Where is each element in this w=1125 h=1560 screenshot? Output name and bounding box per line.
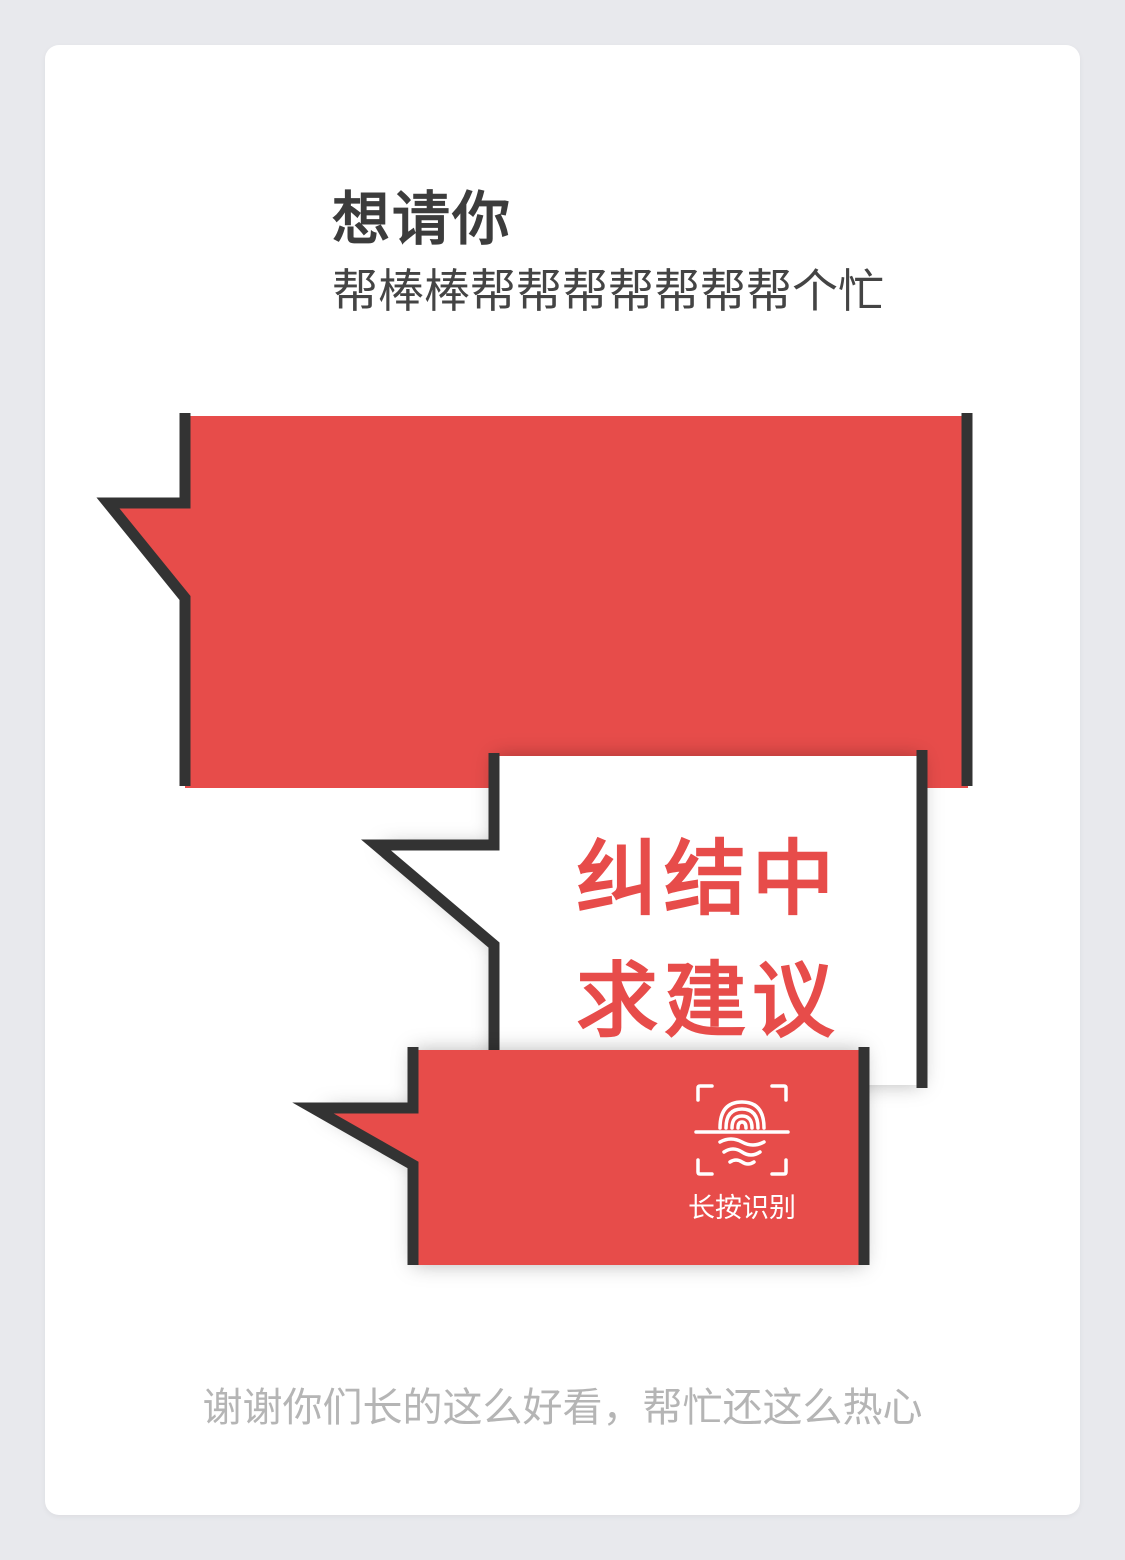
bubble-text-line2: 求建议 <box>576 954 841 1049</box>
fingerprint-icon <box>694 1084 790 1176</box>
footer-text: 谢谢你们长的这么好看，帮忙还这么热心 <box>202 1385 923 1431</box>
speech-bubbles-illustration <box>96 413 973 1265</box>
bubble-text-line1: 纠结中 <box>576 832 841 927</box>
scan-area[interactable]: 长按识别 <box>672 1082 812 1225</box>
scan-label: 长按识别 <box>688 1193 796 1224</box>
large-red-bubble <box>96 413 973 788</box>
